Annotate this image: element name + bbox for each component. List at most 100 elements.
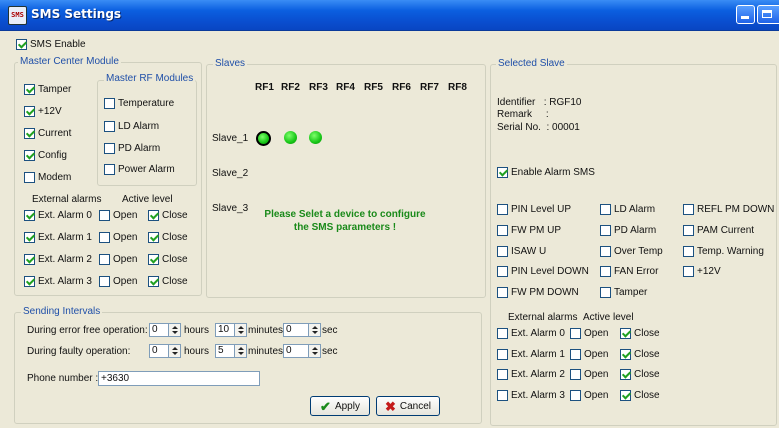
rf-pd-alarm-checkbox[interactable]: PD Alarm [104,143,160,154]
slave1-rf1-led[interactable] [256,131,271,146]
checkbox-box[interactable] [24,106,35,117]
checkbox-box[interactable] [600,246,611,257]
checkbox-box[interactable] [620,389,631,401]
selected-close-checkbox[interactable]: Close [620,369,660,380]
selected-ext-alarm-checkbox[interactable]: Ext. Alarm 1 [497,348,565,360]
checkbox-box[interactable] [24,276,35,287]
spinner-value[interactable]: 0 [283,344,309,358]
slave-row-label[interactable]: Slave_2 [212,168,248,179]
checkbox-box[interactable] [24,254,35,265]
checkbox-box[interactable] [600,287,611,298]
selected-alarm-checkbox[interactable]: ISAW U [497,246,546,257]
spinner-value[interactable]: 0 [149,344,169,358]
error-free-minutes-spinner[interactable]: 10 [215,323,247,337]
checkbox-box[interactable] [497,246,508,257]
checkbox-box[interactable] [600,225,611,236]
master-close-checkbox[interactable]: Close [148,276,188,287]
selected-alarm-checkbox[interactable]: REFL PM DOWN [683,204,774,215]
checkbox-box[interactable] [497,225,508,236]
spinner-arrows-icon[interactable] [309,344,321,358]
faulty-minutes-spinner[interactable]: 5 [215,344,247,358]
master-open-checkbox[interactable]: Open [99,254,137,265]
checkbox-box[interactable] [600,266,611,277]
spinner-value[interactable]: 0 [283,323,309,337]
checkbox-box[interactable] [683,225,694,236]
selected-alarm-checkbox[interactable]: FAN Error [600,266,658,277]
selected-alarm-checkbox[interactable]: PAM Current [683,225,754,236]
spinner-arrows-icon[interactable] [169,344,181,358]
selected-alarm-checkbox[interactable]: FW PM DOWN [497,287,579,298]
checkbox-box[interactable] [497,389,508,401]
selected-ext-alarm-checkbox[interactable]: Ext. Alarm 3 [497,389,565,401]
rf-temperature-checkbox[interactable]: Temperature [104,98,174,109]
checkbox-box[interactable] [24,232,35,243]
selected-alarm-checkbox[interactable]: Over Temp [600,246,663,257]
checkbox-box[interactable] [104,98,115,109]
master-open-checkbox[interactable]: Open [99,210,137,221]
selected-alarm-checkbox[interactable]: LD Alarm [600,204,655,215]
rf-ld-alarm-checkbox[interactable]: LD Alarm [104,121,159,132]
master-ext-alarm-checkbox[interactable]: Ext. Alarm 2 [24,254,92,265]
checkbox-box[interactable] [570,328,581,339]
selected-alarm-checkbox[interactable]: +12V [683,266,721,277]
checkbox-box[interactable] [570,348,581,360]
checkbox-box[interactable] [497,167,508,178]
checkbox-box[interactable] [683,266,694,277]
checkbox-box[interactable] [683,204,694,215]
master-close-checkbox[interactable]: Close [148,254,188,265]
checkbox-box[interactable] [148,254,159,265]
checkbox-box[interactable] [497,328,508,339]
selected-alarm-checkbox[interactable]: PIN Level DOWN [497,266,589,277]
checkbox-box[interactable] [24,150,35,161]
apply-button[interactable]: ✔ Apply [310,396,370,416]
slave-row-label[interactable]: Slave_1 [212,133,248,144]
title-bar[interactable]: SMS SMS Settings [0,0,779,31]
master-tamper-checkbox[interactable]: Tamper [24,84,71,95]
checkbox-box[interactable] [99,254,110,265]
sms-enable-box[interactable] [16,39,27,50]
checkbox-box[interactable] [497,369,508,380]
checkbox-box[interactable] [99,210,110,221]
checkbox-box[interactable] [104,164,115,175]
checkbox-box[interactable] [497,204,508,215]
selected-open-checkbox[interactable]: Open [570,328,608,339]
checkbox-box[interactable] [600,204,611,215]
selected-alarm-checkbox[interactable]: PIN Level UP [497,204,571,215]
checkbox-box[interactable] [620,348,631,360]
checkbox-box[interactable] [24,128,35,139]
checkbox-box[interactable] [148,210,159,221]
checkbox-box[interactable] [497,348,508,360]
phone-number-input[interactable]: +3630 [98,371,260,386]
spinner-arrows-icon[interactable] [235,323,247,337]
checkbox-box[interactable] [99,276,110,287]
spinner-arrows-icon[interactable] [235,344,247,358]
checkbox-box[interactable] [683,246,694,257]
cancel-button[interactable]: ✖ Cancel [376,396,440,416]
master-close-checkbox[interactable]: Close [148,210,188,221]
slave1-rf3-led[interactable] [309,131,322,144]
checkbox-box[interactable] [24,172,35,183]
rf-power-alarm-checkbox[interactable]: Power Alarm [104,164,175,175]
faulty-hours-spinner[interactable]: 0 [149,344,181,358]
enable-alarm-sms-checkbox[interactable]: Enable Alarm SMS [497,167,595,178]
selected-alarm-checkbox[interactable]: PD Alarm [600,225,656,236]
master-ext-alarm-checkbox[interactable]: Ext. Alarm 1 [24,232,92,243]
master-open-checkbox[interactable]: Open [99,276,137,287]
minimize-button[interactable] [736,5,755,24]
selected-open-checkbox[interactable]: Open [570,389,608,401]
master-config-checkbox[interactable]: Config [24,150,67,161]
checkbox-box[interactable] [148,232,159,243]
selected-ext-alarm-checkbox[interactable]: Ext. Alarm 2 [497,369,565,380]
checkbox-box[interactable] [620,328,631,339]
master-close-checkbox[interactable]: Close [148,232,188,243]
checkbox-box[interactable] [24,210,35,221]
selected-close-checkbox[interactable]: Close [620,348,660,360]
selected-close-checkbox[interactable]: Close [620,389,660,401]
selected-alarm-checkbox[interactable]: Temp. Warning [683,246,764,257]
sms-enable-checkbox[interactable]: SMS Enable [16,39,86,50]
selected-open-checkbox[interactable]: Open [570,369,608,380]
selected-alarm-checkbox[interactable]: FW PM UP [497,225,561,236]
spinner-arrows-icon[interactable] [309,323,321,337]
master-modem-checkbox[interactable]: Modem [24,172,71,183]
spinner-value[interactable]: 10 [215,323,235,337]
